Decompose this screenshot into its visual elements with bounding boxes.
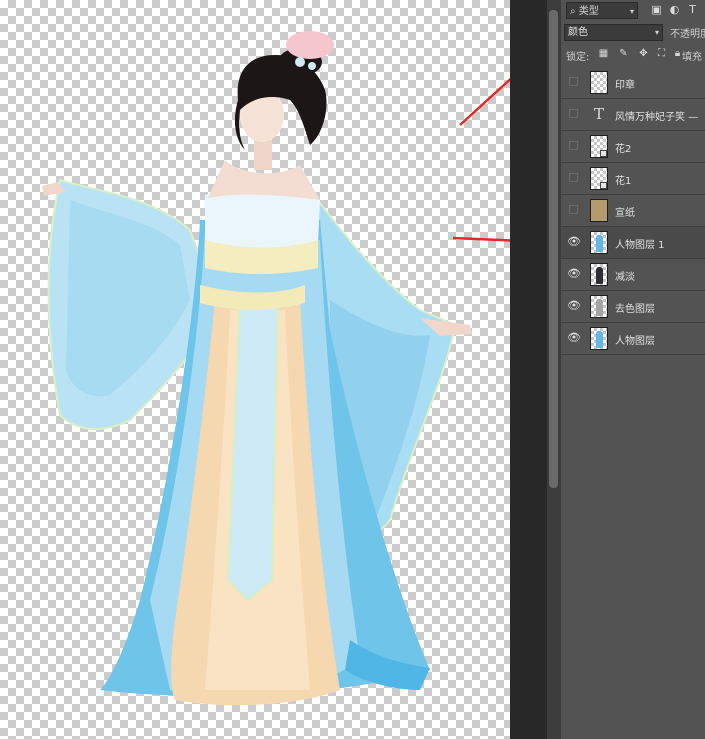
visibility-toggle[interactable] [567,139,580,152]
adjustment-filter-icon[interactable]: ◐ [668,3,681,16]
layer-thumbnail [590,71,608,94]
layer-thumbnail [590,327,608,350]
search-icon: ⌕ [570,6,576,17]
visibility-toggle[interactable] [567,171,580,184]
layer-row[interactable]: 👁︎ 人物图层 1 [561,227,705,259]
eye-icon[interactable]: 👁︎ [567,299,581,312]
layer-row[interactable]: 👁︎ 人物图层 [561,323,705,355]
layer-name: 减淡 [615,272,635,283]
layer-thumbnail [590,231,608,254]
smart-object-icon [600,150,607,157]
layer-thumbnail [590,167,608,190]
layer-name: 花1 [615,176,632,187]
artboard-lock-icon[interactable]: ⛶ [655,47,668,61]
layer-list: 印章 T 风情万种妃子笑 — 花2 花1 宣纸 👁︎ 人物图层 1 � [561,67,705,355]
lock-row: 锁定: ▦ ✎ ✥ ⛶ 🔒︎ 填充 [564,47,705,63]
pixel-filter-icon[interactable]: ▣ [650,3,663,16]
visibility-toggle[interactable] [567,75,580,88]
layer-thumbnail [590,199,608,222]
type-filter-icon[interactable]: T [686,3,699,16]
layer-row[interactable]: 宣纸 [561,195,705,227]
layer-name: 印章 [615,80,635,91]
blend-mode-value: 颜色 [568,27,588,38]
layer-row[interactable]: 👁︎ 去色图层 [561,291,705,323]
lock-label: 锁定: [566,52,590,63]
layer-row[interactable]: 👁︎ 减淡 [561,259,705,291]
visibility-toggle[interactable] [567,203,580,216]
panel-scrollbar-thumb[interactable] [549,10,558,488]
layer-filter-bar: ⌕ 类型 ▾ ▣ ◐ T [564,2,705,20]
layer-name: 人物图层 [615,336,655,347]
layer-thumbnail [590,295,608,318]
layer-thumbnail [590,263,608,286]
blend-mode-row: 颜色 ▾ 不透明度 [564,24,705,42]
opacity-label: 不透明度 [670,29,705,40]
chevron-down-icon: ▾ [654,28,659,37]
layer-row[interactable]: 印章 [561,67,705,99]
document-canvas[interactable] [0,0,510,739]
layer-name: 花2 [615,144,632,155]
layer-name: 风情万种妃子笑 — [615,112,699,123]
layer-thumbnail [590,135,608,158]
lock-image-pixels-icon[interactable]: ✎ [617,47,630,61]
layers-panel: ⌕ 类型 ▾ ▣ ◐ T 颜色 ▾ 不透明度 锁定: ▦ ✎ ✥ ⛶ 🔒︎ 填充… [561,0,705,739]
filter-kind-label: 类型 [578,6,599,17]
canvas-panel-gutter [510,0,547,739]
lock-position-icon[interactable]: ✥ [637,47,650,61]
lock-transparent-pixels-icon[interactable]: ▦ [597,47,610,61]
layer-row[interactable]: 花2 [561,131,705,163]
text-layer-icon: T [593,105,604,123]
portrait-figure [42,31,472,706]
visibility-toggle[interactable] [567,107,580,120]
layer-name: 宣纸 [615,208,635,219]
eye-icon[interactable]: 👁︎ [567,331,581,344]
filter-kind-select[interactable]: ⌕ 类型 ▾ [566,2,638,19]
chevron-down-icon: ▾ [629,7,634,16]
layer-name: 人物图层 1 [615,240,665,251]
layer-name: 去色图层 [615,304,655,315]
fill-label: 填充 [682,52,702,63]
blend-mode-select[interactable]: 颜色 ▾ [564,24,663,41]
layer-row[interactable]: 花1 [561,163,705,195]
eye-icon[interactable]: 👁︎ [567,267,581,280]
eye-icon[interactable]: 👁︎ [567,235,581,248]
smart-object-icon [600,182,607,189]
layer-row[interactable]: T 风情万种妃子笑 — [561,99,705,131]
